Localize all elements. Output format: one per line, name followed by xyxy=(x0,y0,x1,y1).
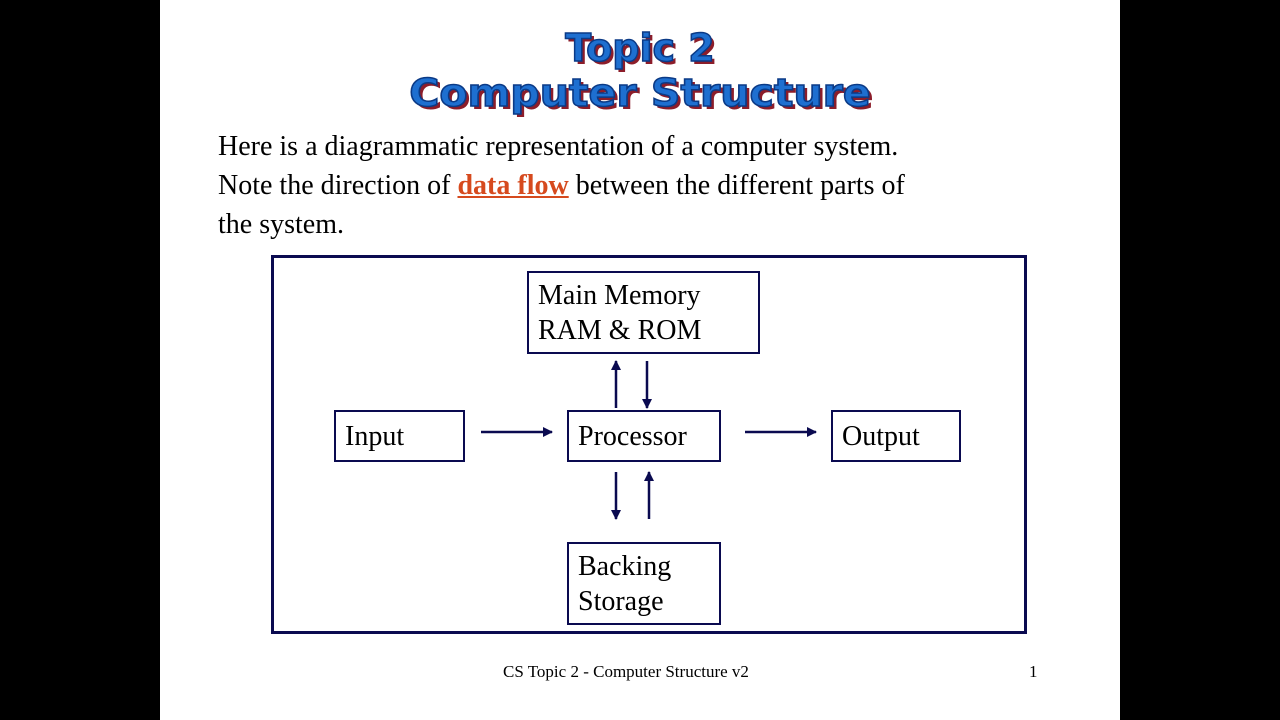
page-number: 1 xyxy=(1029,662,1038,681)
slide: Topic 2 Computer Structure Here is a dia… xyxy=(160,0,1120,720)
diagram-arrows xyxy=(481,360,817,520)
footer-text: CS Topic 2 - Computer Structure v2 xyxy=(503,662,749,681)
